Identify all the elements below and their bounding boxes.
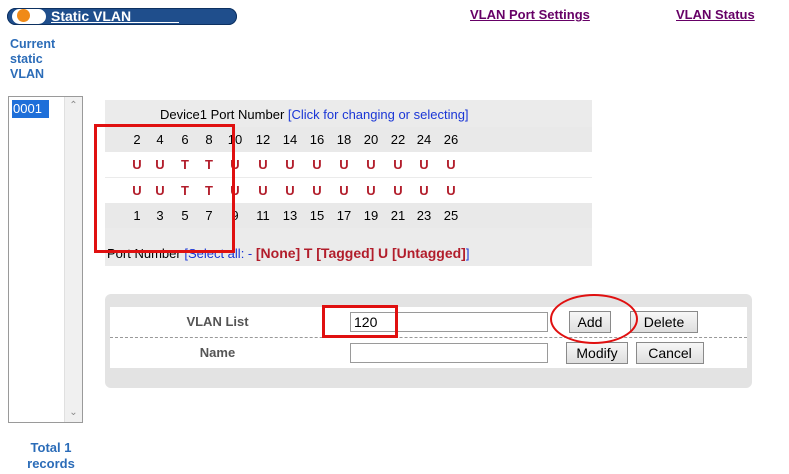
port-number-cell: 16 — [309, 132, 325, 147]
port-mode-cell[interactable]: U — [413, 178, 435, 203]
port-number-cell: 20 — [363, 132, 379, 147]
vlan-list-row: VLAN List Add Delete — [110, 307, 747, 338]
port-mode-cell[interactable]: U — [279, 152, 301, 177]
port-mode-cell[interactable]: U — [387, 152, 409, 177]
brand-dot-icon — [17, 9, 30, 22]
port-number-cell: 19 — [363, 208, 379, 223]
port-mode-cell[interactable]: U — [333, 152, 355, 177]
total-records-label: Total 1 records — [27, 440, 75, 471]
select-untagged-link[interactable]: U [Untagged] — [378, 245, 466, 261]
vlan-list-label: VLAN List — [186, 314, 249, 329]
port-number-cell: 24 — [416, 132, 432, 147]
port-number-cell: 12 — [255, 132, 271, 147]
vlan-port-settings-link[interactable]: VLAN Port Settings — [470, 7, 590, 22]
name-row: Name Modify Cancel — [110, 338, 747, 368]
port-mode-cell[interactable]: U — [252, 152, 274, 177]
name-label: Name — [199, 345, 236, 360]
scroll-up-icon[interactable]: ⌃ — [65, 99, 82, 113]
annotation-vlan-box — [322, 305, 398, 338]
port-caption: Device1 Port Number [Click for changing … — [160, 107, 469, 122]
port-mode-cell[interactable]: U — [306, 152, 328, 177]
current-static-vlan-label: Current static VLAN — [10, 37, 56, 81]
select-none-link[interactable]: [None] — [256, 245, 300, 261]
port-mode-cell[interactable]: U — [306, 178, 328, 203]
modify-button[interactable]: Modify — [566, 342, 628, 364]
port-number-cell: 17 — [336, 208, 352, 223]
vlan-list-scrollbar[interactable]: ⌃ ⌄ — [64, 97, 82, 422]
port-number-cell: 26 — [443, 132, 459, 147]
port-number-cell: 22 — [390, 132, 406, 147]
port-number-cell: 21 — [390, 208, 406, 223]
port-mode-cell[interactable]: U — [360, 152, 382, 177]
page-header-pill: Static VLAN — [7, 8, 237, 25]
select-tagged-link[interactable]: T [Tagged] — [304, 245, 375, 261]
vlan-form-panel: VLAN List Add Delete Name Modify Cancel — [105, 294, 752, 388]
title-underline — [51, 22, 179, 23]
port-number-cell: 18 — [336, 132, 352, 147]
annotation-ports-box — [94, 124, 235, 253]
delete-button[interactable]: Delete — [630, 311, 698, 333]
port-number-cell: 14 — [282, 132, 298, 147]
port-mode-cell[interactable]: U — [333, 178, 355, 203]
port-mode-cell[interactable]: U — [279, 178, 301, 203]
port-mode-cell[interactable]: U — [387, 178, 409, 203]
cancel-button[interactable]: Cancel — [636, 342, 704, 364]
vlan-list-item[interactable]: 0001 — [12, 100, 49, 118]
port-mode-cell[interactable]: U — [440, 152, 462, 177]
port-mode-cell[interactable]: U — [440, 178, 462, 203]
port-number-cell: 25 — [443, 208, 459, 223]
port-number-cell: 15 — [309, 208, 325, 223]
port-number-cell: 13 — [282, 208, 298, 223]
port-number-cell: 23 — [416, 208, 432, 223]
name-input[interactable] — [350, 343, 548, 363]
port-mode-cell[interactable]: U — [413, 152, 435, 177]
vlan-status-link[interactable]: VLAN Status — [676, 7, 755, 22]
annotation-add-ellipse — [550, 294, 638, 344]
change-select-link[interactable]: [Click for changing or selecting] — [288, 107, 469, 122]
port-mode-cell[interactable]: U — [360, 178, 382, 203]
port-number-cell: 11 — [256, 208, 270, 223]
static-vlan-listbox[interactable]: 0001 ⌃ ⌄ — [8, 96, 83, 423]
port-mode-cell[interactable]: U — [252, 178, 274, 203]
scroll-down-icon[interactable]: ⌄ — [65, 406, 82, 420]
